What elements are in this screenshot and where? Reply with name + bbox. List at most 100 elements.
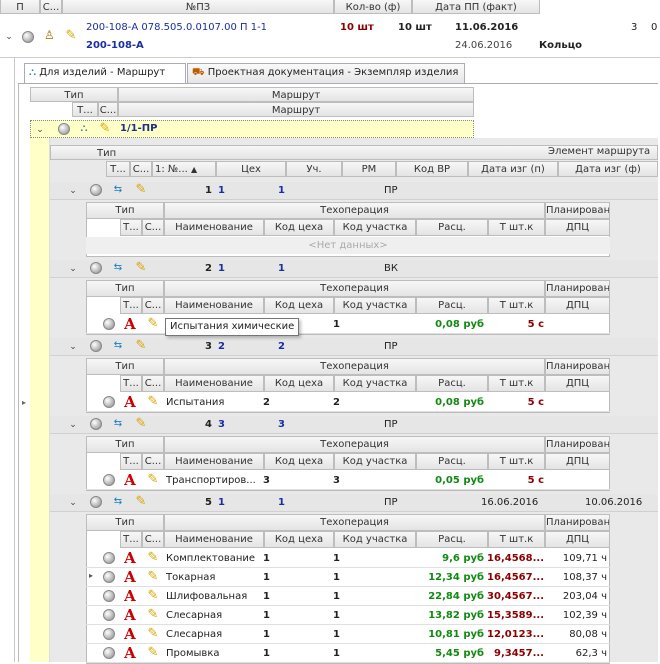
- op-header-tehop[interactable]: Техоперация: [164, 202, 545, 219]
- elem-header-date-f[interactable]: Дата изг (ф): [558, 161, 658, 177]
- op-header-c[interactable]: С...: [142, 297, 164, 314]
- op-header-t[interactable]: Т...: [120, 375, 142, 392]
- route-header-marshrut[interactable]: Маршрут: [118, 87, 474, 102]
- elem-header-c[interactable]: С...: [130, 161, 152, 177]
- tab-route[interactable]: ⛬ Для изделий - Маршрут: [24, 63, 186, 84]
- pencil-icon[interactable]: ✎: [146, 627, 160, 641]
- op-header-c[interactable]: С...: [142, 453, 164, 470]
- op-header-rasc[interactable]: Расц.: [416, 297, 488, 314]
- op-header-plan[interactable]: Планирован: [545, 358, 610, 375]
- op-header-tsht[interactable]: Т шт.к: [488, 297, 545, 314]
- sort-asc-icon[interactable]: ▲: [191, 165, 197, 174]
- top-header-col1[interactable]: П: [0, 0, 40, 14]
- op-header-tip[interactable]: Тип: [86, 358, 164, 375]
- chevron-down-icon[interactable]: ⌄: [35, 124, 45, 136]
- chevron-down-icon[interactable]: ⌄: [4, 31, 14, 43]
- route-header-marshrut-2[interactable]: Маршрут: [118, 102, 474, 117]
- op-header-tehop[interactable]: Техоперация: [164, 280, 545, 297]
- op-header-name[interactable]: Наименование: [164, 531, 264, 548]
- op-header-plan[interactable]: Планирован: [545, 280, 610, 297]
- op-header-c[interactable]: С...: [142, 531, 164, 548]
- op-header-dpc[interactable]: ДПЦ: [545, 453, 610, 470]
- top-data-row[interactable]: ⌄ ♙ ✎ 200-108-А 078.505.0.0107.00 П 1-1 …: [0, 14, 660, 58]
- pencil-icon[interactable]: ✎: [146, 570, 160, 584]
- op-header-rasc[interactable]: Расц.: [416, 219, 488, 236]
- op-header-plan[interactable]: Планирован: [545, 436, 610, 453]
- op-header-t[interactable]: Т...: [120, 219, 142, 236]
- chevron-down-icon[interactable]: ⌄: [68, 341, 78, 353]
- op-header-name[interactable]: Наименование: [164, 297, 264, 314]
- elem-header-rm[interactable]: РМ: [342, 161, 396, 177]
- chevron-down-icon[interactable]: ⌄: [68, 263, 78, 275]
- pencil-icon[interactable]: ✎: [146, 608, 160, 622]
- op-header-tsht[interactable]: Т шт.к: [488, 531, 545, 548]
- pencil-icon[interactable]: ✎: [146, 646, 160, 660]
- op-header-tsht[interactable]: Т шт.к: [488, 219, 545, 236]
- chevron-right-icon[interactable]: ▸: [22, 398, 26, 407]
- op-header-c[interactable]: С...: [142, 219, 164, 236]
- chevron-down-icon[interactable]: ⌄: [68, 185, 78, 197]
- top-header-col2[interactable]: С...: [40, 0, 62, 14]
- top-header-pz[interactable]: №ПЗ: [62, 0, 334, 14]
- op-header-tsht[interactable]: Т шт.к: [488, 375, 545, 392]
- pz-number[interactable]: 200-108-А 078.505.0.0107.00 П 1-1: [86, 21, 267, 35]
- chevron-down-icon[interactable]: ⌄: [68, 497, 78, 509]
- pencil-icon[interactable]: ✎: [146, 395, 160, 409]
- pencil-icon[interactable]: ✎: [146, 589, 160, 603]
- pencil-icon[interactable]: ✎: [146, 317, 160, 331]
- route-header-t[interactable]: Т...: [72, 102, 98, 117]
- op-header-rasc[interactable]: Расц.: [416, 453, 488, 470]
- op-header-name[interactable]: Наименование: [164, 219, 264, 236]
- op-header-kod-uch[interactable]: Код участка: [334, 531, 416, 548]
- pencil-icon[interactable]: ✎: [134, 183, 148, 197]
- tab-project-docs[interactable]: ⛟ Проектная документация - Экземпляр изд…: [187, 63, 465, 83]
- op-header-name[interactable]: Наименование: [164, 375, 264, 392]
- pencil-icon[interactable]: ✎: [134, 339, 148, 353]
- op-header-rasc[interactable]: Расц.: [416, 375, 488, 392]
- chevron-down-icon[interactable]: ⌄: [68, 419, 78, 431]
- op-header-dpc[interactable]: ДПЦ: [545, 375, 610, 392]
- route-header-tip[interactable]: Тип: [30, 87, 118, 102]
- op-header-kod-tseha[interactable]: Код цеха: [264, 219, 334, 236]
- op-header-kod-uch[interactable]: Код участка: [334, 453, 416, 470]
- pencil-icon[interactable]: ✎: [134, 417, 148, 431]
- op-header-tehop[interactable]: Техоперация: [164, 436, 545, 453]
- pencil-icon[interactable]: ✎: [134, 495, 148, 509]
- op-header-kod-tseha[interactable]: Код цеха: [264, 297, 334, 314]
- op-header-tehop[interactable]: Техоперация: [164, 514, 545, 531]
- pencil-icon[interactable]: ✎: [146, 551, 160, 565]
- op-header-c[interactable]: С...: [142, 375, 164, 392]
- op-header-dpc[interactable]: ДПЦ: [545, 531, 610, 548]
- pencil-icon[interactable]: ✎: [64, 29, 78, 43]
- op-header-dpc[interactable]: ДПЦ: [545, 219, 610, 236]
- op-header-kod-tseha[interactable]: Код цеха: [264, 453, 334, 470]
- elem-header-date-p[interactable]: Дата изг (п): [468, 161, 558, 177]
- op-header-tip[interactable]: Тип: [86, 436, 164, 453]
- op-header-dpc[interactable]: ДПЦ: [545, 297, 610, 314]
- op-header-t[interactable]: Т...: [120, 453, 142, 470]
- op-header-t[interactable]: Т...: [120, 297, 142, 314]
- top-header-date[interactable]: Дата ПП (факт): [412, 0, 540, 14]
- pencil-icon[interactable]: ✎: [134, 261, 148, 275]
- op-header-plan[interactable]: Планирован: [545, 202, 610, 219]
- pencil-icon[interactable]: ✎: [146, 473, 160, 487]
- route-header-c[interactable]: С...: [98, 102, 118, 117]
- op-header-tip[interactable]: Тип: [86, 202, 164, 219]
- top-header-qty[interactable]: Кол-во (ф): [334, 0, 412, 14]
- pencil-icon[interactable]: ✎: [98, 122, 112, 136]
- op-header-kod-uch[interactable]: Код участка: [334, 219, 416, 236]
- op-header-tehop[interactable]: Техоперация: [164, 358, 545, 375]
- op-header-kod-tseha[interactable]: Код цеха: [264, 531, 334, 548]
- op-header-kod-tseha[interactable]: Код цеха: [264, 375, 334, 392]
- op-header-kod-uch[interactable]: Код участка: [334, 297, 416, 314]
- route-row[interactable]: ⌄ ⛬ ✎ 1/1-ПР: [30, 120, 474, 138]
- elem-header-tseh[interactable]: Цех: [216, 161, 286, 177]
- elem-header-uch[interactable]: Уч.: [286, 161, 342, 177]
- op-header-t[interactable]: Т...: [120, 531, 142, 548]
- op-header-kod-uch[interactable]: Код участка: [334, 375, 416, 392]
- elem-header-num[interactable]: 1: №... ▲: [152, 161, 216, 177]
- op-header-tip[interactable]: Тип: [86, 280, 164, 297]
- op-header-tip[interactable]: Тип: [86, 514, 164, 531]
- op-header-name[interactable]: Наименование: [164, 453, 264, 470]
- op-header-plan[interactable]: Планирован: [545, 514, 610, 531]
